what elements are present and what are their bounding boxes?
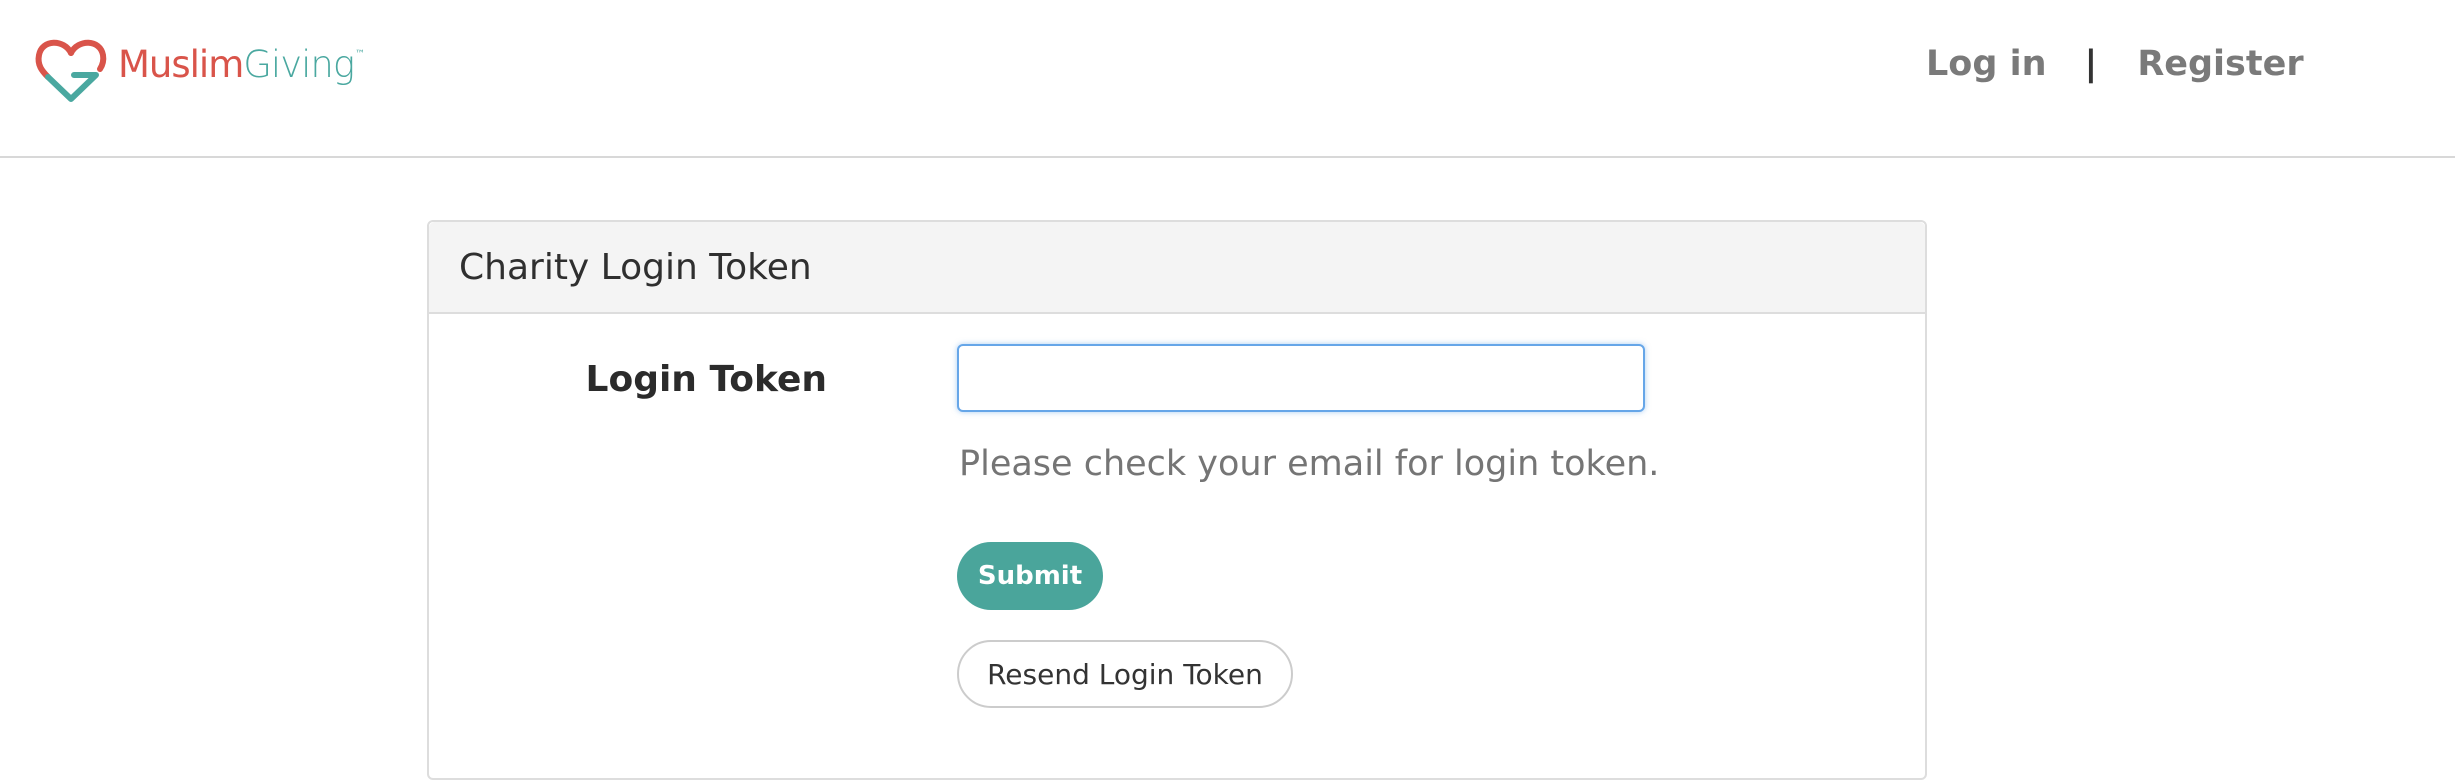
submit-button[interactable]: Submit [957, 542, 1103, 610]
login-token-input[interactable] [957, 344, 1645, 412]
brand-muslim: Muslim [118, 42, 244, 86]
brand-wordmark: MuslimGiving™ [118, 42, 365, 86]
help-text: Please check your email for login token. [959, 444, 1660, 484]
panel-heading: Charity Login Token [429, 222, 1925, 314]
header-nav: Log in | Register [1926, 44, 2304, 84]
heart-g-logo-icon [35, 39, 107, 102]
panel-title: Charity Login Token [459, 246, 812, 288]
trademark-mark: ™ [355, 48, 365, 60]
resend-login-token-button[interactable]: Resend Login Token [957, 640, 1293, 708]
nav-separator: | [2084, 44, 2098, 84]
login-token-panel: Charity Login Token Login Token Please c… [427, 220, 1927, 780]
login-link[interactable]: Log in [1926, 44, 2047, 84]
register-link[interactable]: Register [2137, 44, 2303, 84]
site-logo[interactable]: MuslimGiving™ [34, 30, 365, 110]
site-header: MuslimGiving™ Log in | Register [0, 0, 2455, 158]
login-token-label: Login Token [585, 359, 827, 400]
brand-giving: Giving [243, 42, 355, 86]
